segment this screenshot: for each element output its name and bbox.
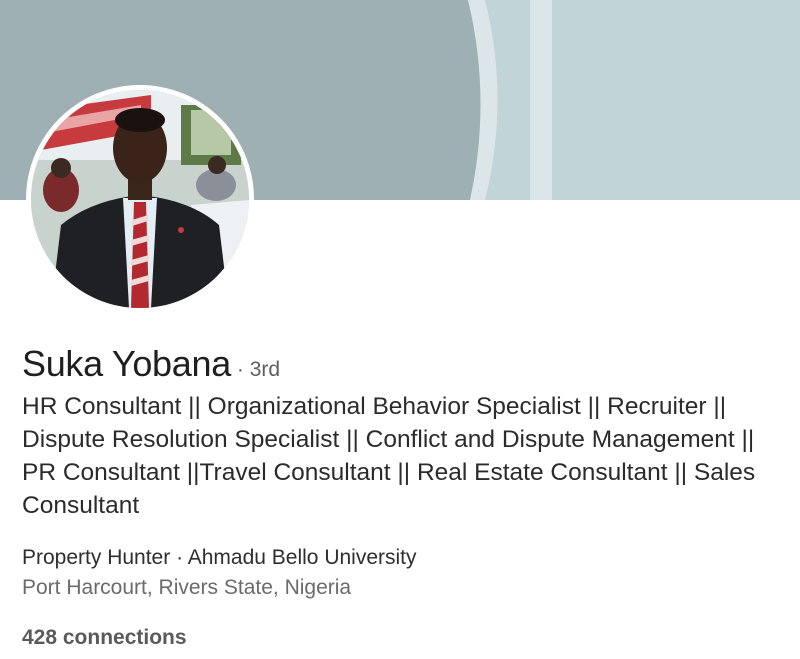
profile-photo-icon bbox=[31, 90, 249, 308]
avatar[interactable] bbox=[26, 85, 254, 313]
company-school[interactable]: Property Hunter · Ahmadu Bello Universit… bbox=[22, 543, 417, 573]
name-row: Suka Yobana · 3rd bbox=[22, 338, 280, 398]
profile-page: Suka Yobana · 3rd HR Consultant || Organi… bbox=[0, 0, 800, 659]
profile-location: Port Harcourt, Rivers State, Nigeria bbox=[22, 576, 352, 599]
profile-photo bbox=[31, 90, 249, 308]
connection-degree: · 3rd bbox=[236, 358, 281, 381]
profile-name: Suka Yobana bbox=[22, 343, 231, 384]
connections-link[interactable]: 428 connections bbox=[22, 623, 187, 653]
profile-headline: HR Consultant || Organizational Behavior… bbox=[22, 393, 756, 519]
